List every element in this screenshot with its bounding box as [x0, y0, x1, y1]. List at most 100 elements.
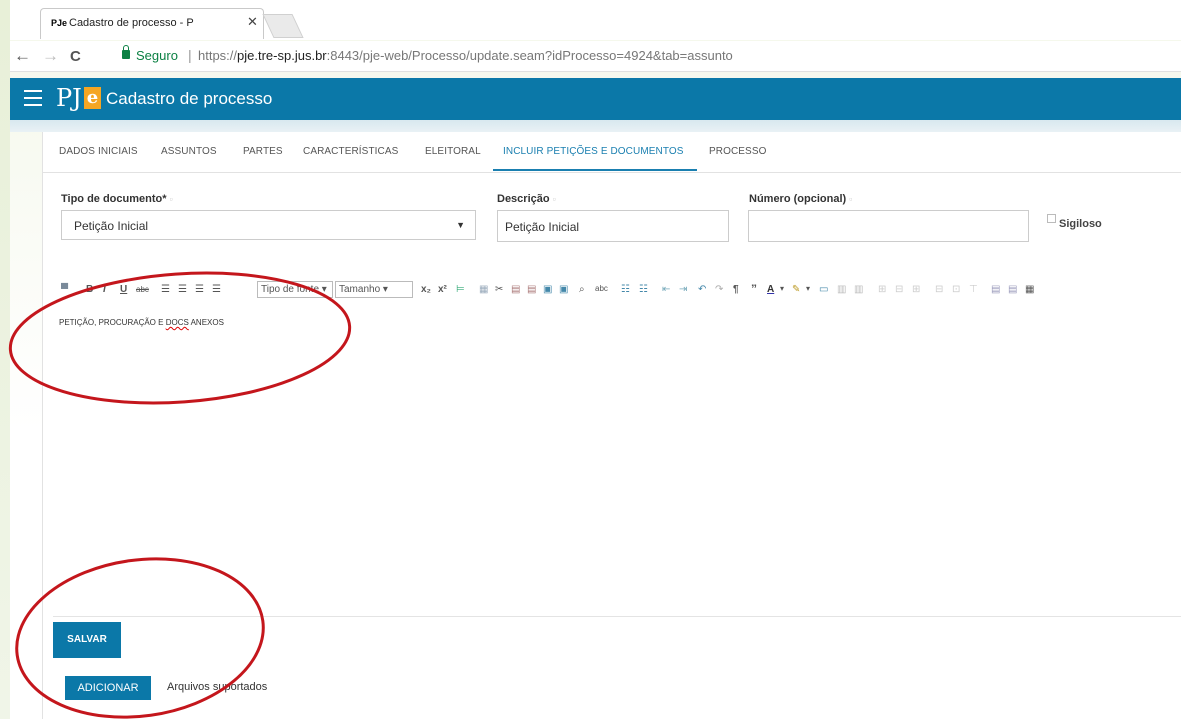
col-insert-icon[interactable]: ⊞: [912, 284, 920, 295]
bulleted-list-icon[interactable]: ☷: [621, 284, 630, 295]
tipo-documento-select[interactable]: Petição Inicial ▼: [61, 210, 476, 240]
print-icon[interactable]: ▀: [61, 284, 68, 295]
sigiloso-label: Sigiloso: [1059, 218, 1102, 230]
text-color-button[interactable]: A: [767, 284, 774, 295]
image-icon[interactable]: ▤: [991, 284, 1000, 295]
chevron-down-icon: ▾: [380, 284, 388, 295]
editor-text-after: ANEXOS: [188, 318, 224, 327]
blockquote-icon[interactable]: ”: [751, 282, 757, 296]
chevron-down-icon[interactable]: ▾: [780, 284, 784, 293]
align-justify-icon[interactable]: ☰: [212, 284, 221, 295]
horizontal-rule-icon[interactable]: ⊨: [456, 284, 465, 295]
editor-bottom-divider: [53, 616, 1181, 617]
tab-processo[interactable]: PROCESSO: [709, 146, 766, 157]
paste-icon[interactable]: ▤: [527, 284, 536, 295]
font-size-select-label: Tamanho: [339, 284, 381, 295]
help-icon: ▫: [169, 194, 173, 204]
tab-incluir-peticoes[interactable]: INCLUIR PETIÇÕES E DOCUMENTOS: [503, 146, 684, 157]
underline-button[interactable]: U: [120, 284, 127, 295]
italic-button[interactable]: I: [103, 284, 106, 295]
help-icon: ▫: [849, 194, 853, 204]
superscript-button[interactable]: x²: [438, 284, 447, 295]
descricao-value: Petição Inicial: [505, 220, 580, 234]
table-icon[interactable]: ▥: [837, 284, 846, 295]
numero-input[interactable]: [748, 210, 1029, 242]
cut-icon[interactable]: ✂: [495, 284, 503, 295]
process-tabs: DADOS INICIAIS ASSUNTOS PARTES CARACTERÍ…: [43, 132, 1181, 173]
outdent-icon[interactable]: ⇤: [662, 284, 670, 295]
logo-text: PJ: [56, 84, 82, 112]
supported-files-link[interactable]: Arquivos suportados: [167, 681, 267, 693]
logo-accent: e: [83, 87, 102, 109]
editor-toolbar: ▀ B I U abc ☰ ☰ ☰ ☰ Tipo de fonte ▾ Tama…: [43, 275, 1181, 305]
browser-tab-title: Cadastro de processo - P: [69, 17, 194, 29]
page-title: Cadastro de processo: [106, 89, 273, 108]
table-props-icon[interactable]: ▥: [854, 284, 863, 295]
url-separator: |: [188, 47, 192, 63]
descricao-label-text: Descrição: [497, 193, 550, 205]
bold-button[interactable]: B: [86, 284, 93, 295]
tab-assuntos[interactable]: ASSUNTOS: [161, 146, 217, 157]
source-edit-icon[interactable]: ▭: [819, 284, 828, 295]
numbered-list-icon[interactable]: ☷: [639, 284, 648, 295]
font-family-select[interactable]: Tipo de fonte ▾: [257, 281, 333, 298]
undo-icon[interactable]: ↶: [698, 284, 706, 295]
paragraph-icon[interactable]: ¶: [733, 284, 739, 295]
active-tab-indicator: [493, 169, 697, 171]
paste-text-icon[interactable]: ▣: [543, 284, 552, 295]
editor-text-before: PETIÇÃO, PROCURAÇÃO E: [59, 318, 166, 327]
header-subband: [10, 120, 1181, 132]
align-left-icon[interactable]: ☰: [161, 284, 170, 295]
editor-content[interactable]: PETIÇÃO, PROCURAÇÃO E DOCS ANEXOS: [59, 318, 224, 327]
browser-tab-strip: PJe Cadastro de processo - P ✕: [10, 0, 1181, 40]
chevron-down-icon[interactable]: ▾: [806, 284, 810, 293]
redo-icon[interactable]: ↷: [715, 284, 723, 295]
split-cells-icon[interactable]: ⊤: [969, 284, 978, 295]
app-header: PJ e Cadastro de processo: [10, 78, 1181, 120]
col-delete-icon[interactable]: ⊟: [935, 284, 943, 295]
font-size-select[interactable]: Tamanho ▾: [335, 281, 413, 298]
fullscreen-icon[interactable]: ▦: [1025, 284, 1034, 295]
paste-word-icon[interactable]: ▣: [559, 284, 568, 295]
find-icon[interactable]: ⌕: [579, 284, 585, 295]
align-right-icon[interactable]: ☰: [195, 284, 204, 295]
pje-favicon-icon: PJe: [51, 18, 68, 28]
hamburger-menu-icon[interactable]: [24, 90, 42, 106]
tab-caracteristicas[interactable]: CARACTERÍSTICAS: [303, 146, 398, 157]
add-button[interactable]: ADICIONAR: [65, 676, 151, 700]
tipo-documento-value: Petição Inicial: [74, 219, 149, 233]
tipo-documento-label-text: Tipo de documento*: [61, 193, 167, 205]
tab-eleitoral[interactable]: ELEITORAL: [425, 146, 481, 157]
url-field[interactable]: Seguro | https://pje.tre-sp.jus.br:8443/…: [118, 45, 1181, 66]
address-bar: ← → C Seguro | https://pje.tre-sp.jus.br…: [10, 41, 1181, 72]
save-button[interactable]: SALVAR: [53, 622, 121, 658]
tab-partes[interactable]: PARTES: [243, 146, 283, 157]
close-tab-icon[interactable]: ✕: [247, 14, 258, 30]
media-icon[interactable]: ▤: [1008, 284, 1017, 295]
editor-misspelled-word: DOCS: [165, 318, 189, 327]
indent-icon[interactable]: ⇥: [679, 284, 687, 295]
tab-dados-iniciais[interactable]: DADOS INICIAIS: [59, 146, 138, 157]
back-arrow-icon[interactable]: ←: [14, 46, 31, 66]
subscript-button[interactable]: x₂: [421, 284, 431, 295]
pje-logo: PJ e: [56, 84, 102, 112]
url-path: :8443/pje-web/Processo/update.seam?idPro…: [326, 48, 733, 63]
descricao-input[interactable]: Petição Inicial: [497, 210, 729, 242]
sigiloso-checkbox[interactable]: [1047, 214, 1056, 223]
highlight-color-icon[interactable]: ✎: [792, 284, 800, 295]
url-text: https://pje.tre-sp.jus.br:8443/pje-web/P…: [198, 48, 733, 63]
strikethrough-button[interactable]: abc: [136, 285, 149, 294]
copy-icon[interactable]: ▤: [511, 284, 520, 295]
browser-tab[interactable]: PJe Cadastro de processo - P ✕: [40, 8, 264, 39]
spellcheck-icon[interactable]: abc: [595, 284, 608, 293]
merge-cells-icon[interactable]: ⊡: [952, 284, 960, 295]
row-insert-icon[interactable]: ⊞: [878, 284, 886, 295]
forward-arrow-icon[interactable]: →: [42, 46, 59, 66]
select-all-icon[interactable]: ▦: [479, 284, 488, 295]
align-center-icon[interactable]: ☰: [178, 284, 187, 295]
reload-icon[interactable]: C: [70, 48, 81, 65]
tipo-documento-label: Tipo de documento* ▫: [61, 193, 173, 205]
left-edge: [0, 0, 10, 719]
row-delete-icon[interactable]: ⊟: [895, 284, 903, 295]
new-tab-button[interactable]: [262, 14, 304, 38]
